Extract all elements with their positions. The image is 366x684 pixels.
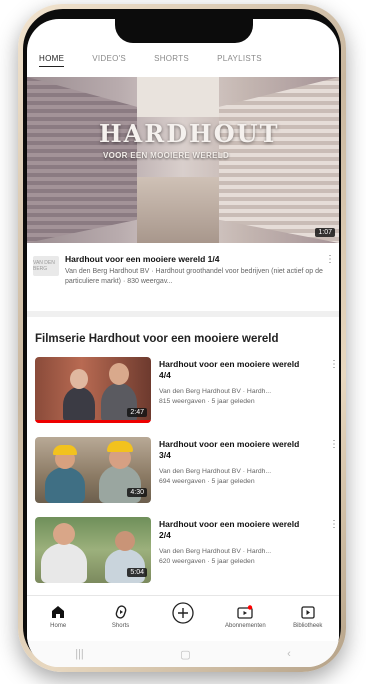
featured-overlay-subtitle: VOOR EEN MOOIERE WERELD (103, 151, 230, 160)
shorts-icon (114, 604, 128, 620)
video-stats: 694 weergaven · 5 jaar geleden (159, 477, 255, 485)
tab-shorts[interactable]: SHORTS (154, 54, 189, 66)
nav-label-shorts: Shorts (111, 623, 130, 629)
home-button-icon[interactable]: ▢ (180, 648, 190, 661)
video-meta: Van den Berg Hardhout BV · Hardh... 620 … (159, 547, 319, 567)
channel-logo[interactable]: VAN DEN BERG (33, 256, 59, 276)
section-divider (27, 311, 339, 317)
watched-progress-bar (35, 420, 151, 423)
playlist-section-title[interactable]: Filmserie Hardhout voor een mooiere were… (35, 333, 278, 345)
person-head (115, 531, 135, 551)
phone-screen: HOME VIDEO'S SHORTS PLAYLISTS HARDHOUT V… (27, 19, 339, 667)
hard-hat (107, 441, 133, 452)
list-item[interactable]: 2:47 Hardhout voor een mooiere wereld 4/… (35, 357, 339, 427)
video-meta: Van den Berg Hardhout BV · Hardh... 694 … (159, 467, 319, 487)
thumbnail-wall-left (27, 77, 137, 243)
video-stats: 815 weergaven · 5 jaar geleden (159, 397, 255, 405)
video-thumbnail[interactable]: 5:04 (35, 517, 151, 583)
nav-label-home: Home (50, 623, 67, 629)
video-title[interactable]: Hardhout voor een mooiere wereld 2/4 (159, 519, 309, 541)
tab-home[interactable]: HOME (39, 54, 65, 67)
nav-label-library: Bibliotheek (293, 623, 323, 629)
back-icon[interactable]: ‹ (287, 648, 291, 660)
video-title[interactable]: Hardhout voor een mooiere wereld 3/4 (159, 439, 309, 461)
tab-playlists[interactable]: PLAYLISTS (217, 54, 262, 66)
thumbnail-sky (137, 77, 219, 117)
home-icon (51, 604, 65, 620)
thumbnail-wall-right (219, 77, 339, 243)
subscriptions-icon (237, 604, 254, 620)
more-options-icon[interactable]: ⋮ (325, 254, 335, 265)
recent-apps-icon[interactable]: ||| (75, 648, 84, 660)
bottom-navigation: Home Shorts Abonnementen Bibliotheek (27, 595, 339, 640)
more-options-icon[interactable]: ⋮ (329, 439, 339, 450)
video-title[interactable]: Hardhout voor een mooiere wereld 4/4 (159, 359, 309, 381)
list-item[interactable]: 5:04 Hardhout voor een mooiere wereld 2/… (35, 517, 339, 587)
phone-notch (115, 19, 253, 43)
more-options-icon[interactable]: ⋮ (329, 519, 339, 530)
video-meta: Van den Berg Hardhout BV · Hardh... 815 … (159, 387, 319, 407)
featured-overlay-title: HARDHOUT (99, 119, 280, 148)
duration-badge: 5:04 (127, 568, 147, 577)
library-icon (301, 604, 315, 620)
person-head (109, 363, 129, 385)
person-figure (101, 383, 137, 423)
nav-library[interactable]: Bibliotheek (279, 596, 337, 629)
video-channel: Van den Berg Hardhout BV · Hardh... (159, 388, 272, 395)
video-channel: Van den Berg Hardhout BV · Hardh... (159, 548, 272, 555)
video-thumbnail[interactable]: 4:30 (35, 437, 151, 503)
duration-badge: 4:30 (127, 488, 147, 497)
system-navigation-bar: ||| ▢ ‹ (27, 641, 339, 667)
person-figure (99, 465, 141, 503)
person-head (53, 523, 75, 545)
featured-video-title[interactable]: Hardhout voor een mooiere wereld 1/4 (65, 254, 219, 264)
featured-video-thumbnail[interactable]: HARDHOUT VOOR EEN MOOIERE WERELD 1:07 (27, 77, 339, 243)
nav-create[interactable] (154, 596, 212, 624)
featured-duration-badge: 1:07 (315, 228, 335, 237)
video-channel: Van den Berg Hardhout BV · Hardh... (159, 468, 272, 475)
nav-home[interactable]: Home (29, 596, 87, 629)
featured-video-meta: Van den Berg Hardhout BV · Hardhout groo… (65, 268, 323, 285)
nav-label-subscriptions: Abonnementen (225, 623, 266, 629)
person-figure (63, 387, 95, 423)
duration-badge: 2:47 (127, 408, 147, 417)
video-stats: 620 weergaven · 5 jaar geleden (159, 557, 255, 565)
tab-videos[interactable]: VIDEO'S (92, 54, 126, 66)
person-figure (45, 467, 85, 503)
featured-video-info[interactable]: VAN DEN BERG Hardhout voor een mooiere w… (33, 252, 335, 302)
hard-hat (53, 445, 77, 455)
nav-subscriptions[interactable]: Abonnementen (216, 596, 274, 629)
nav-shorts[interactable]: Shorts (92, 596, 150, 629)
list-item[interactable]: 4:30 Hardhout voor een mooiere wereld 3/… (35, 437, 339, 507)
video-thumbnail[interactable]: 2:47 (35, 357, 151, 423)
thumbnail-path (137, 177, 219, 243)
person-figure (105, 549, 145, 583)
channel-tabs: HOME VIDEO'S SHORTS PLAYLISTS (27, 49, 339, 71)
add-icon (172, 602, 194, 624)
more-options-icon[interactable]: ⋮ (329, 359, 339, 370)
person-head (70, 369, 88, 389)
person-figure (41, 543, 87, 583)
